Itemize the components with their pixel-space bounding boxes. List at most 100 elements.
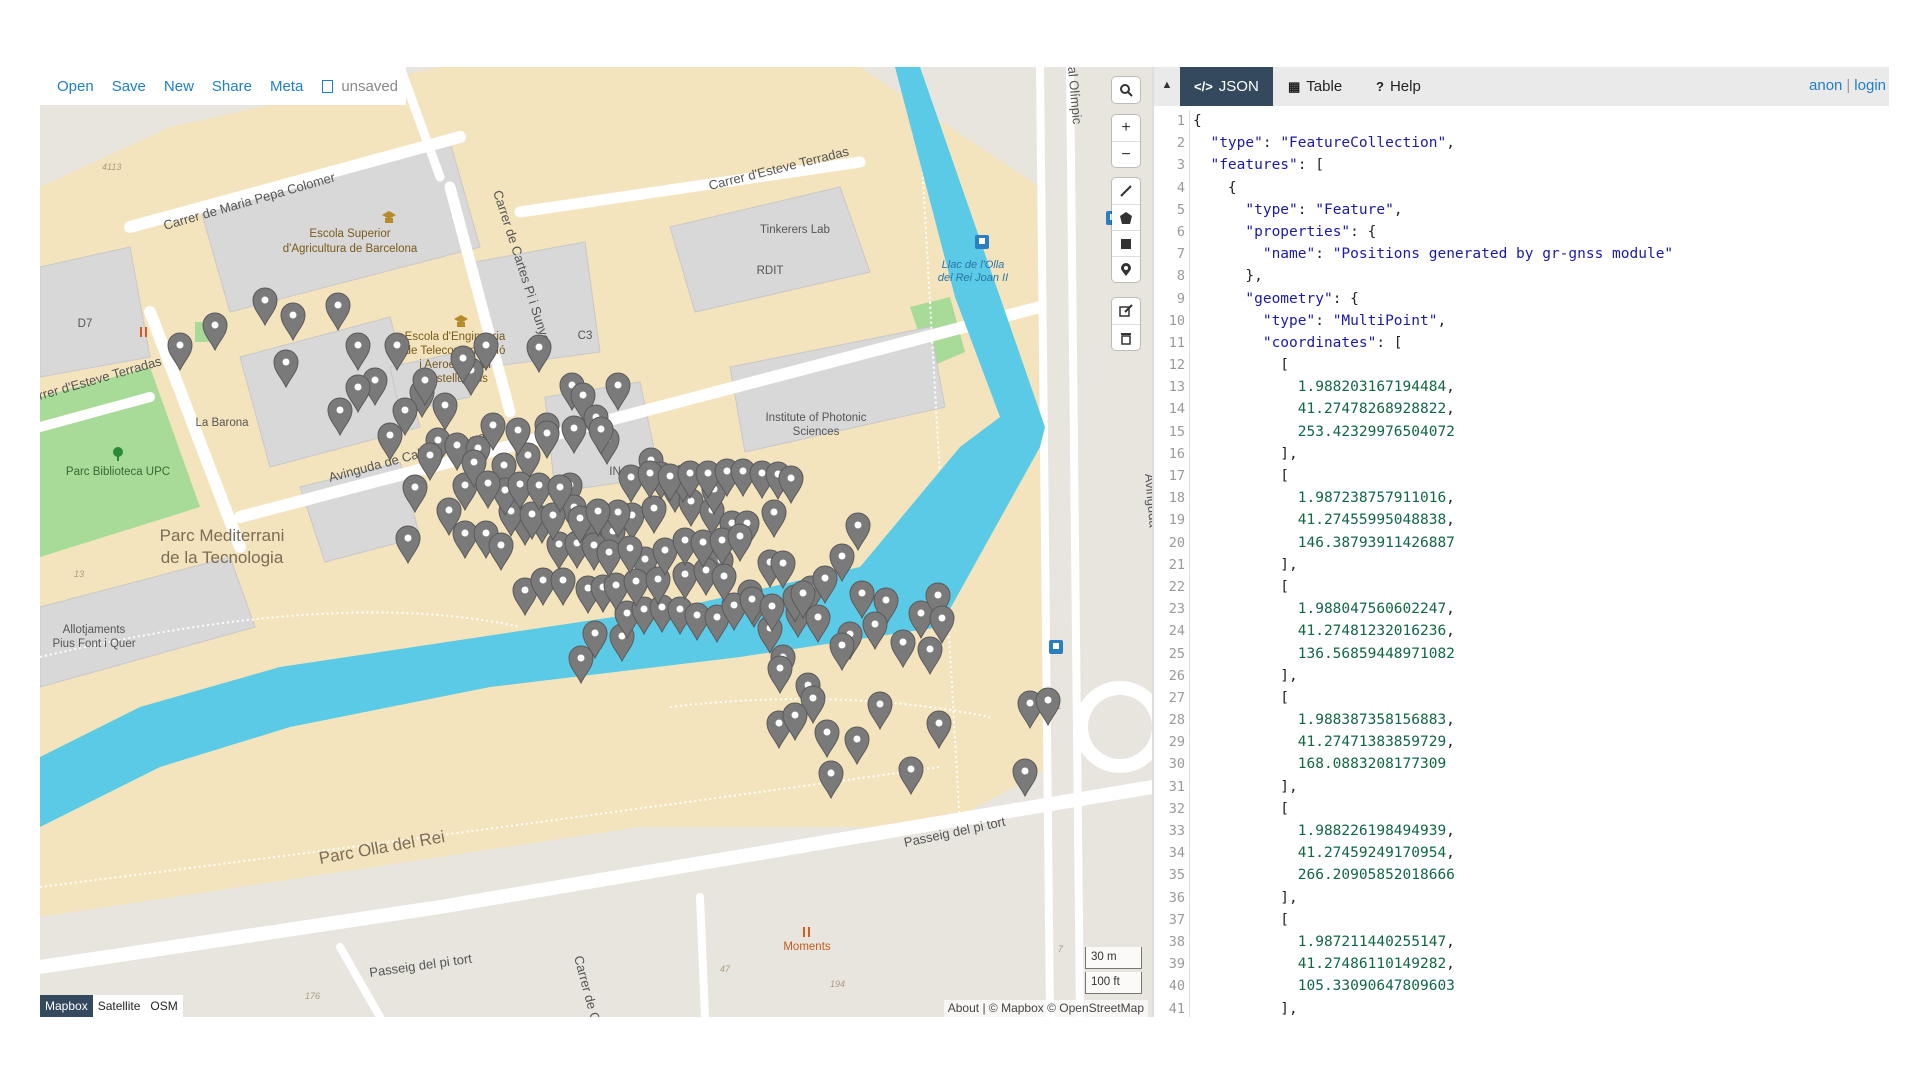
basemap-mapbox[interactable]: Mapbox (40, 995, 93, 1017)
tab-json[interactable]: </> JSON (1180, 67, 1273, 106)
line-number: 19 (1168, 512, 1185, 529)
collapse-arrow-icon[interactable]: ▲ (1157, 74, 1177, 96)
code-line: ], (1193, 556, 1298, 573)
poi-label: d'Agricultura de Barcelona (283, 243, 418, 255)
line-number: 35 (1168, 867, 1185, 884)
basemap-osm[interactable]: OSM (145, 995, 182, 1017)
park-label: Parc Biblioteca UPC (66, 466, 170, 478)
basemap-satellite[interactable]: Satellite (93, 995, 146, 1017)
share-button[interactable]: Share (212, 78, 252, 95)
map-canvas[interactable]: Carrer de Maria Pepa Colomer Carrer d'Es… (40, 67, 1152, 1017)
line-number: 10 (1168, 312, 1185, 329)
user-link[interactable]: anon (1809, 77, 1842, 94)
scale-imperial: 100 ft (1085, 972, 1142, 994)
code-line: 41.27481232016236, (1297, 623, 1455, 640)
poi-label: La Barona (195, 417, 249, 429)
line-number: 18 (1168, 490, 1185, 507)
code-line: { (1193, 179, 1237, 196)
line-number: 25 (1168, 645, 1185, 662)
bus-stop-icon (975, 235, 989, 249)
line-number: 21 (1168, 556, 1185, 573)
draw-rectangle-icon[interactable] (1112, 230, 1140, 256)
save-status-label: unsaved (341, 77, 399, 95)
tab-help[interactable]: ? Help (1362, 67, 1435, 106)
area-label: Parc Mediterrani (160, 526, 285, 545)
poi-label: Allotjaments (63, 624, 126, 636)
map-attribution[interactable]: About | © Mapbox © OpenStreetMap (943, 1000, 1148, 1017)
code-line: [ (1193, 468, 1290, 484)
scale-metric: 30 m (1085, 947, 1142, 969)
login-link[interactable]: login (1854, 77, 1886, 94)
code-line: "coordinates": [ (1262, 334, 1403, 351)
poi-label: D7 (78, 318, 93, 330)
table-icon: ▦ (1288, 78, 1301, 94)
code-line: 41.27471383859729, (1297, 734, 1455, 751)
poi-label: Sciences (793, 426, 840, 438)
draw-polygon-icon[interactable] (1112, 204, 1140, 230)
line-number: 20 (1168, 534, 1185, 551)
line-number: 22 (1168, 578, 1185, 595)
code-line: [ (1193, 578, 1290, 595)
line-number: 11 (1168, 334, 1185, 351)
search-tool-group (1112, 77, 1140, 103)
code-line: [ (1193, 800, 1290, 817)
line-number: 3 (1176, 157, 1185, 174)
line-number-gutter: 1 2 3 4 5 6 7 8 9 10 11 12 13 14 15 16 17 18 19 20 21 22 23 24 2… (1160, 110, 1190, 1017)
save-status: unsaved (322, 78, 398, 95)
help-icon: ? (1376, 79, 1384, 94)
line-number: 15 (1168, 423, 1185, 440)
line-number: 37 (1168, 911, 1185, 928)
water-label: Llac de l'Olla (942, 259, 1005, 271)
code-area[interactable]: { "type": "FeatureCollection", "features… (1193, 110, 1673, 1017)
line-number: 38 (1168, 933, 1185, 950)
line-number: 41 (1168, 1000, 1185, 1017)
zoom-out-icon[interactable]: − (1112, 141, 1140, 167)
line-number: 13 (1168, 379, 1185, 396)
basemap-switcher: Mapbox Satellite OSM (40, 995, 183, 1017)
line-number: 14 (1168, 401, 1185, 418)
pane-splitter[interactable] (1152, 67, 1154, 1017)
code-line: 168.0883208177309 (1297, 756, 1447, 773)
line-number: 32 (1168, 800, 1185, 817)
search-icon[interactable] (1112, 77, 1140, 103)
new-button[interactable]: New (164, 78, 194, 95)
line-number: 24 (1168, 623, 1185, 640)
code-line: "type": "MultiPoint", (1262, 312, 1447, 329)
poi-label: Moments (783, 941, 831, 953)
draw-line-icon[interactable] (1112, 178, 1140, 204)
line-number: 17 (1168, 468, 1185, 484)
delete-icon[interactable] (1112, 324, 1140, 350)
line-number: 27 (1168, 689, 1185, 706)
line-number: 4 (1176, 179, 1185, 196)
code-line: "type": "FeatureCollection", (1210, 135, 1455, 152)
poi-label: Institute of Photonic (765, 412, 866, 424)
json-editor[interactable]: 1 2 3 4 5 6 7 8 9 10 11 12 13 14 15 16 17 18 19 20 21 22 23 24 2… (1160, 110, 1890, 1017)
open-button[interactable]: Open (57, 78, 94, 95)
draw-toolbar (1112, 178, 1140, 282)
line-number: 5 (1176, 201, 1185, 218)
draw-marker-icon[interactable] (1112, 256, 1140, 282)
line-number: 26 (1168, 667, 1185, 684)
code-line: [ (1193, 357, 1290, 374)
map-basemap: Carrer de Maria Pepa Colomer Carrer d'Es… (40, 67, 1152, 1017)
code-line: ], (1193, 667, 1298, 684)
map-number: 176 (305, 991, 320, 1001)
code-line: "geometry": { (1245, 290, 1359, 307)
map-number: 4113 (102, 162, 121, 172)
edit-icon[interactable] (1112, 298, 1140, 324)
zoom-in-icon[interactable]: + (1112, 115, 1140, 141)
area-label: de la Tecnologia (161, 548, 284, 567)
code-line: "properties": { (1245, 223, 1377, 240)
line-number: 1 (1176, 113, 1185, 129)
meta-button[interactable]: Meta (270, 78, 303, 95)
tab-table[interactable]: ▦ Table (1274, 67, 1356, 106)
code-line: { (1193, 113, 1202, 129)
code-line: 1.987211440255147, (1297, 933, 1455, 950)
tab-table-label: Table (1306, 78, 1343, 95)
code-line: 105.33090647809603 (1297, 978, 1455, 995)
code-line: 1.988203167194484, (1297, 379, 1455, 396)
save-button[interactable]: Save (112, 78, 146, 95)
line-number: 8 (1176, 268, 1185, 285)
line-number: 7 (1176, 246, 1185, 263)
code-line: "name": "Positions generated by gr-gnss … (1262, 246, 1674, 263)
